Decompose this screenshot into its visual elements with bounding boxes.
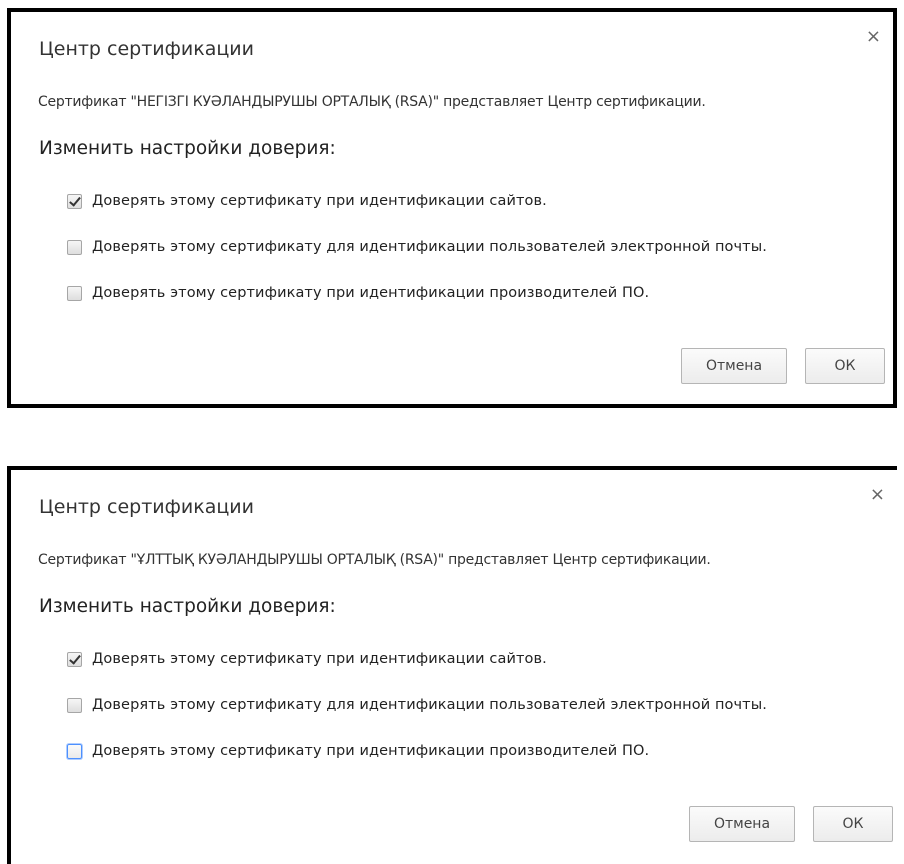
trust-websites-checkbox[interactable] (67, 193, 82, 209)
trust-websites-checkbox[interactable] (67, 651, 82, 667)
trust-email-label: Доверять этому сертификату для идентифик… (92, 697, 767, 713)
trust-websites-option[interactable]: Доверять этому сертификату при идентифик… (67, 648, 547, 670)
certificate-trust-dialog-1: × Центр сертификации Сертификат "НЕГІЗГІ… (7, 8, 897, 408)
trust-email-label: Доверять этому сертификату для идентифик… (92, 239, 767, 255)
trust-software-label: Доверять этому сертификату при идентифик… (92, 743, 650, 759)
trust-websites-label: Доверять этому сертификату при идентифик… (92, 193, 547, 209)
cancel-button[interactable]: Отмена (681, 348, 787, 384)
trust-software-option[interactable]: Доверять этому сертификату при идентифик… (67, 282, 649, 304)
certificate-trust-dialog-2: × Центр сертификации Сертификат "ҰЛТТЫҚ … (7, 466, 897, 864)
cancel-button[interactable]: Отмена (689, 806, 795, 842)
trust-settings-heading: Изменить настройки доверия: (39, 596, 336, 617)
certificate-description: Сертификат "ҰЛТТЫҚ КУӘЛАНДЫРУШЫ ОРТАЛЫҚ … (38, 552, 711, 568)
trust-email-option[interactable]: Доверять этому сертификату для идентифик… (67, 236, 767, 258)
trust-software-option[interactable]: Доверять этому сертификату при идентифик… (67, 740, 649, 762)
trust-software-checkbox[interactable] (67, 743, 82, 759)
close-icon[interactable]: × (870, 486, 885, 504)
certificate-description: Сертификат "НЕГІЗГІ КУӘЛАНДЫРУШЫ ОРТАЛЫҚ… (38, 94, 706, 110)
ok-button[interactable]: ОК (813, 806, 893, 842)
trust-settings-heading: Изменить настройки доверия: (39, 138, 336, 159)
trust-email-option[interactable]: Доверять этому сертификату для идентифик… (67, 694, 767, 716)
trust-websites-option[interactable]: Доверять этому сертификату при идентифик… (67, 190, 547, 212)
trust-email-checkbox[interactable] (67, 239, 82, 255)
dialog-title: Центр сертификации (39, 38, 254, 60)
trust-software-checkbox[interactable] (67, 285, 82, 301)
trust-software-label: Доверять этому сертификату при идентифик… (92, 285, 650, 301)
close-icon[interactable]: × (866, 28, 881, 46)
dialog-title: Центр сертификации (39, 496, 254, 518)
trust-websites-label: Доверять этому сертификату при идентифик… (92, 651, 547, 667)
ok-button[interactable]: ОК (805, 348, 885, 384)
trust-email-checkbox[interactable] (67, 697, 82, 713)
